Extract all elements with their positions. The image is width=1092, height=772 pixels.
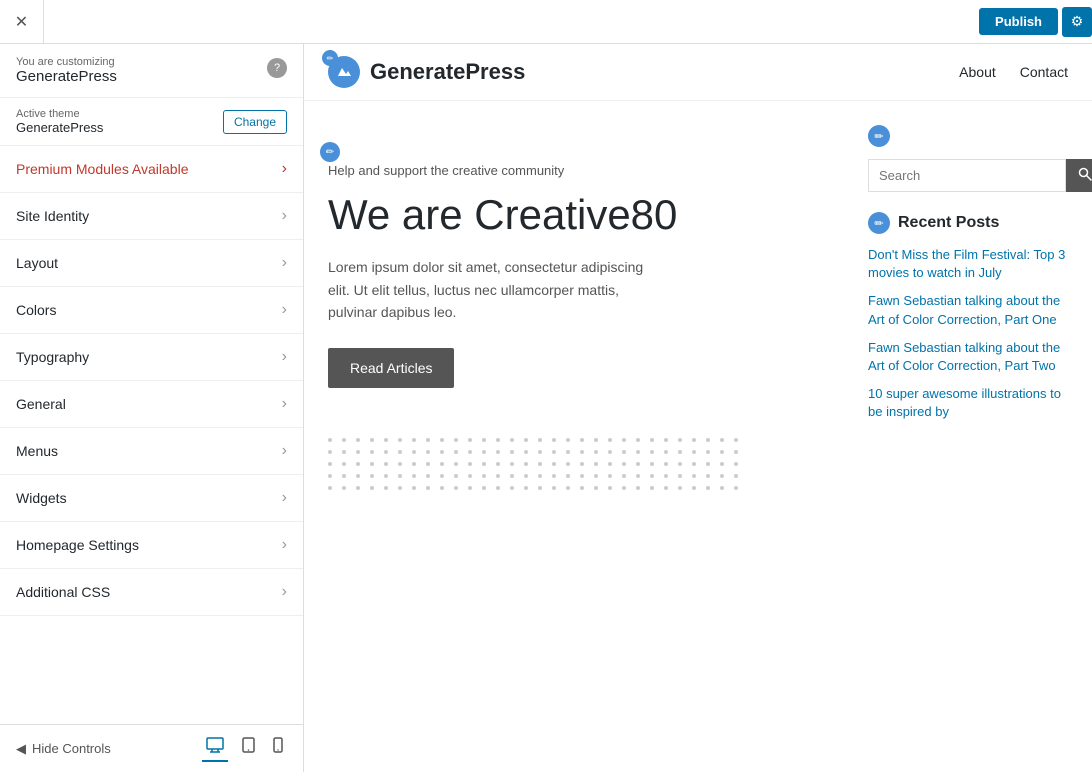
left-arrow-icon: ◀ [16, 741, 26, 757]
search-submit-button[interactable] [1066, 159, 1092, 192]
chevron-right-icon: › [282, 254, 287, 272]
recent-posts-header: ✏ Recent Posts [868, 212, 1068, 234]
site-header: ✏ GeneratePress About Contact [304, 44, 1092, 101]
sidebar-item-label: Additional CSS [16, 584, 110, 600]
sidebar-item-label: Widgets [16, 490, 67, 506]
gear-button[interactable]: ⚙ [1062, 7, 1092, 37]
sidebar-item-label: Menus [16, 443, 58, 459]
sidebar-item-label: General [16, 396, 66, 412]
search-edit-icon[interactable]: ✏ [868, 125, 890, 147]
hero-title: We are Creative80 [328, 190, 844, 240]
search-widget: ✏ [868, 125, 1068, 192]
sidebar-item-label: Layout [16, 255, 58, 271]
site-title: GeneratePress [370, 59, 525, 85]
sidebar-item-widgets[interactable]: Widgets › [0, 475, 303, 522]
read-articles-button[interactable]: Read Articles [328, 348, 454, 388]
view-icons [202, 735, 287, 762]
chevron-right-icon: › [282, 536, 287, 554]
sidebar-item-label: Site Identity [16, 208, 89, 224]
sidebar-item-general[interactable]: General › [0, 381, 303, 428]
recent-post-2[interactable]: Fawn Sebastian talking about the Art of … [868, 339, 1068, 375]
sidebar-item-site-identity[interactable]: Site Identity › [0, 193, 303, 240]
publish-button[interactable]: Publish [979, 8, 1058, 35]
hero-subtitle: Help and support the creative community [328, 163, 844, 178]
sidebar-right: ✏ ✏ Recent Posts Don't Miss t [868, 125, 1068, 748]
close-button[interactable]: ✕ [0, 0, 44, 44]
preview-area: ✏ GeneratePress About Contact ✏ Help and… [304, 44, 1092, 772]
change-theme-button[interactable]: Change [223, 110, 287, 134]
main-content: ✏ Help and support the creative communit… [328, 125, 844, 748]
recent-posts-widget: ✏ Recent Posts Don't Miss the Film Festi… [868, 212, 1068, 422]
theme-section: Active theme GeneratePress Change [0, 98, 303, 146]
dot-pattern: (function(){ const container = document.… [328, 438, 844, 490]
recent-post-3[interactable]: 10 super awesome illustrations to be ins… [868, 385, 1068, 421]
help-icon[interactable]: ? [267, 58, 287, 78]
sidebar-item-typography[interactable]: Typography › [0, 334, 303, 381]
customizing-section: You are customizing GeneratePress ? [0, 44, 303, 98]
top-bar: ✕ Publish ⚙ [0, 0, 1092, 44]
gear-icon: ⚙ [1071, 13, 1084, 30]
sidebar-item-layout[interactable]: Layout › [0, 240, 303, 287]
close-icon: ✕ [15, 12, 28, 32]
main-layout: You are customizing GeneratePress ? Acti… [0, 44, 1092, 772]
customizing-label: You are customizing [16, 56, 117, 68]
hide-controls-button[interactable]: ◀ Hide Controls [16, 741, 111, 757]
hero-section: ✏ Help and support the creative communit… [328, 125, 844, 418]
recent-post-0[interactable]: Don't Miss the Film Festival: Top 3 movi… [868, 246, 1068, 282]
sidebar-item-colors[interactable]: Colors › [0, 287, 303, 334]
search-input[interactable] [868, 159, 1066, 192]
chevron-right-icon: › [282, 395, 287, 413]
logo-edit-icon[interactable]: ✏ [322, 50, 338, 66]
header-nav: About Contact [959, 64, 1068, 80]
nav-about[interactable]: About [959, 64, 996, 80]
bottom-bar: ◀ Hide Controls [0, 724, 303, 772]
sidebar-item-premium-label: Premium Modules Available [16, 161, 189, 177]
search-widget-header: ✏ [868, 125, 1068, 147]
desktop-view-button[interactable] [202, 735, 228, 762]
chevron-right-icon: › [282, 583, 287, 601]
search-input-wrap [868, 159, 1068, 192]
sidebar-item-label: Typography [16, 349, 89, 365]
chevron-right-icon: › [282, 207, 287, 225]
site-logo-area: ✏ GeneratePress [328, 56, 525, 88]
sidebar: You are customizing GeneratePress ? Acti… [0, 44, 304, 772]
sidebar-item-label: Colors [16, 302, 56, 318]
active-theme-label: Active theme [16, 108, 103, 120]
hero-edit-icon[interactable]: ✏ [320, 142, 340, 162]
sidebar-item-additional-css[interactable]: Additional CSS › [0, 569, 303, 616]
chevron-right-icon: › [282, 301, 287, 319]
sidebar-item-homepage-settings[interactable]: Homepage Settings › [0, 522, 303, 569]
hero-description: Lorem ipsum dolor sit amet, consectetur … [328, 256, 648, 323]
recent-posts-edit-icon[interactable]: ✏ [868, 212, 890, 234]
hide-controls-label: Hide Controls [32, 741, 111, 756]
recent-posts-title: Recent Posts [898, 214, 999, 232]
chevron-right-icon: › [282, 489, 287, 507]
sidebar-item-premium[interactable]: Premium Modules Available › [0, 146, 303, 193]
sidebar-item-menus[interactable]: Menus › [0, 428, 303, 475]
chevron-right-icon: › [282, 160, 287, 178]
recent-post-1[interactable]: Fawn Sebastian talking about the Art of … [868, 292, 1068, 328]
chevron-right-icon: › [282, 442, 287, 460]
chevron-right-icon: › [282, 348, 287, 366]
content-area: ✏ Help and support the creative communit… [304, 101, 1092, 772]
sidebar-item-label: Homepage Settings [16, 537, 139, 553]
sidebar-site-name: GeneratePress [16, 68, 117, 85]
theme-name: GeneratePress [16, 120, 103, 135]
tablet-view-button[interactable] [238, 735, 259, 762]
nav-contact[interactable]: Contact [1020, 64, 1068, 80]
mobile-view-button[interactable] [269, 735, 287, 762]
